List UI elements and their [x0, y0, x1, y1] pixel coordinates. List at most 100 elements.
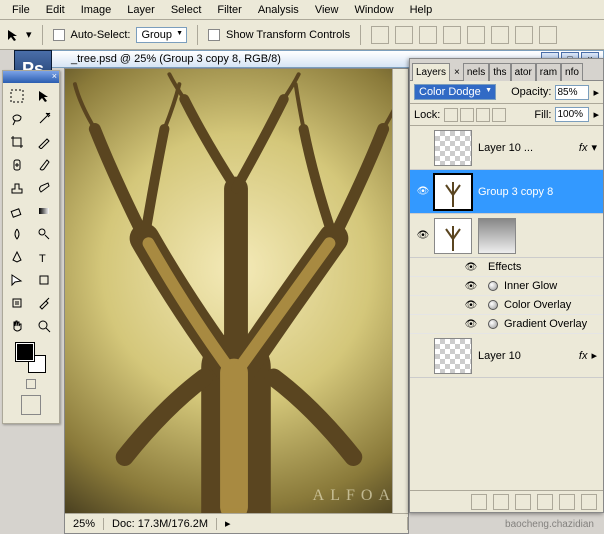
tab-layers[interactable]: Layers: [412, 63, 450, 81]
stamp-tool-icon[interactable]: [5, 177, 29, 199]
effect-item[interactable]: Gradient Overlay: [410, 315, 603, 334]
foreground-color[interactable]: [16, 343, 34, 361]
visibility-icon[interactable]: [416, 185, 430, 199]
tab-info[interactable]: nfo: [561, 63, 583, 81]
menu-view[interactable]: View: [307, 2, 347, 18]
wand-tool-icon[interactable]: [32, 108, 56, 130]
crop-tool-icon[interactable]: [5, 131, 29, 153]
layer-row[interactable]: Layer 10 fx ▸: [410, 334, 603, 378]
vertical-scrollbar[interactable]: [392, 69, 408, 513]
fx-badge-icon[interactable]: fx: [579, 350, 588, 362]
layer-thumbnail[interactable]: [434, 338, 472, 374]
layer-name[interactable]: Layer 10 ...: [478, 142, 575, 154]
lock-pixels-icon[interactable]: [460, 108, 474, 122]
gradient-tool-icon[interactable]: [32, 200, 56, 222]
menu-layer[interactable]: Layer: [119, 2, 163, 18]
zoom-level[interactable]: 25%: [65, 518, 104, 530]
chevron-down-icon[interactable]: ▾: [591, 141, 597, 154]
menu-analysis[interactable]: Analysis: [250, 2, 307, 18]
layer-name[interactable]: Group 3 copy 8: [478, 186, 601, 198]
layer-thumbnail[interactable]: [434, 218, 472, 254]
move-tool-icon[interactable]: [32, 85, 56, 107]
brush-tool-icon[interactable]: [32, 154, 56, 176]
showtransform-checkbox[interactable]: [208, 29, 220, 41]
fill-chevron-icon[interactable]: ▸: [593, 108, 599, 121]
align-icon[interactable]: [539, 26, 557, 44]
marquee-tool-icon[interactable]: [5, 85, 29, 107]
tab-navigator[interactable]: ator: [511, 63, 536, 81]
fx-badge-icon[interactable]: fx: [579, 142, 588, 154]
new-group-icon[interactable]: [537, 494, 553, 510]
link-layers-icon[interactable]: [471, 494, 487, 510]
visibility-icon[interactable]: [416, 349, 430, 363]
align-icon[interactable]: [515, 26, 533, 44]
layer-mask-thumbnail[interactable]: [478, 218, 516, 254]
dodge-tool-icon[interactable]: [32, 223, 56, 245]
quickmask-icon[interactable]: [26, 379, 36, 389]
menu-image[interactable]: Image: [73, 2, 120, 18]
opacity-chevron-icon[interactable]: ▸: [593, 86, 599, 99]
new-layer-icon[interactable]: [559, 494, 575, 510]
opacity-input[interactable]: [555, 85, 589, 100]
tab-close-icon[interactable]: ×: [451, 64, 463, 81]
visibility-icon[interactable]: [416, 141, 430, 155]
lock-transparency-icon[interactable]: [444, 108, 458, 122]
path-tool-icon[interactable]: [5, 269, 29, 291]
layer-name[interactable]: Layer 10: [478, 350, 575, 362]
pen-tool-icon[interactable]: [5, 246, 29, 268]
heal-tool-icon[interactable]: [5, 154, 29, 176]
effect-item[interactable]: Color Overlay: [410, 296, 603, 315]
layer-style-icon[interactable]: [493, 494, 509, 510]
notes-tool-icon[interactable]: [5, 292, 29, 314]
visibility-icon[interactable]: [416, 229, 430, 243]
foreground-background-colors[interactable]: [16, 343, 46, 373]
visibility-icon[interactable]: [464, 279, 478, 293]
fill-input[interactable]: [555, 107, 589, 122]
zoom-tool-icon[interactable]: [32, 315, 56, 337]
blur-tool-icon[interactable]: [5, 223, 29, 245]
layer-thumbnail[interactable]: [434, 174, 472, 210]
align-icon[interactable]: [491, 26, 509, 44]
toolbox-panel[interactable]: × T: [2, 70, 60, 424]
lock-all-icon[interactable]: [492, 108, 506, 122]
menu-filter[interactable]: Filter: [209, 2, 249, 18]
lasso-tool-icon[interactable]: [5, 108, 29, 130]
layer-row-selected[interactable]: Group 3 copy 8: [410, 170, 603, 214]
chevron-right-icon[interactable]: ▸: [591, 349, 597, 362]
align-icon[interactable]: [371, 26, 389, 44]
menu-select[interactable]: Select: [163, 2, 210, 18]
hand-tool-icon[interactable]: [5, 315, 29, 337]
tab-channels[interactable]: nels: [463, 63, 489, 81]
align-icon[interactable]: [443, 26, 461, 44]
delete-layer-icon[interactable]: [581, 494, 597, 510]
layer-row[interactable]: Layer 10 ... fx ▾: [410, 126, 603, 170]
layer-thumbnail[interactable]: [434, 130, 472, 166]
toolbox-header[interactable]: ×: [3, 71, 59, 83]
autoselect-dropdown[interactable]: Group: [136, 27, 187, 43]
menu-help[interactable]: Help: [402, 2, 441, 18]
menu-file[interactable]: File: [4, 2, 38, 18]
visibility-icon[interactable]: [464, 317, 478, 331]
effect-item[interactable]: Inner Glow: [410, 277, 603, 296]
layers-panel[interactable]: Layers× nels ths ator ram nfo Color Dodg…: [409, 58, 604, 513]
layer-row[interactable]: [410, 214, 603, 258]
document-canvas[interactable]: ALFOA 25% Doc: 17.3M/176.2M ▸: [64, 68, 409, 534]
menu-window[interactable]: Window: [346, 2, 401, 18]
visibility-icon[interactable]: [464, 260, 478, 274]
type-tool-icon[interactable]: T: [32, 246, 56, 268]
shape-tool-icon[interactable]: [32, 269, 56, 291]
align-icon[interactable]: [467, 26, 485, 44]
blend-mode-dropdown[interactable]: Color Dodge: [414, 84, 496, 100]
history-brush-tool-icon[interactable]: [32, 177, 56, 199]
tab-paths[interactable]: ths: [489, 63, 510, 81]
layer-mask-icon[interactable]: [515, 494, 531, 510]
lock-position-icon[interactable]: [476, 108, 490, 122]
eraser-tool-icon[interactable]: [5, 200, 29, 222]
doc-size[interactable]: Doc: 17.3M/176.2M: [104, 518, 217, 530]
autoselect-checkbox[interactable]: [53, 29, 65, 41]
menu-edit[interactable]: Edit: [38, 2, 73, 18]
move-tool-icon[interactable]: ▾: [6, 28, 32, 42]
eyedropper-tool-icon[interactable]: [32, 292, 56, 314]
align-icon[interactable]: [419, 26, 437, 44]
visibility-icon[interactable]: [464, 298, 478, 312]
